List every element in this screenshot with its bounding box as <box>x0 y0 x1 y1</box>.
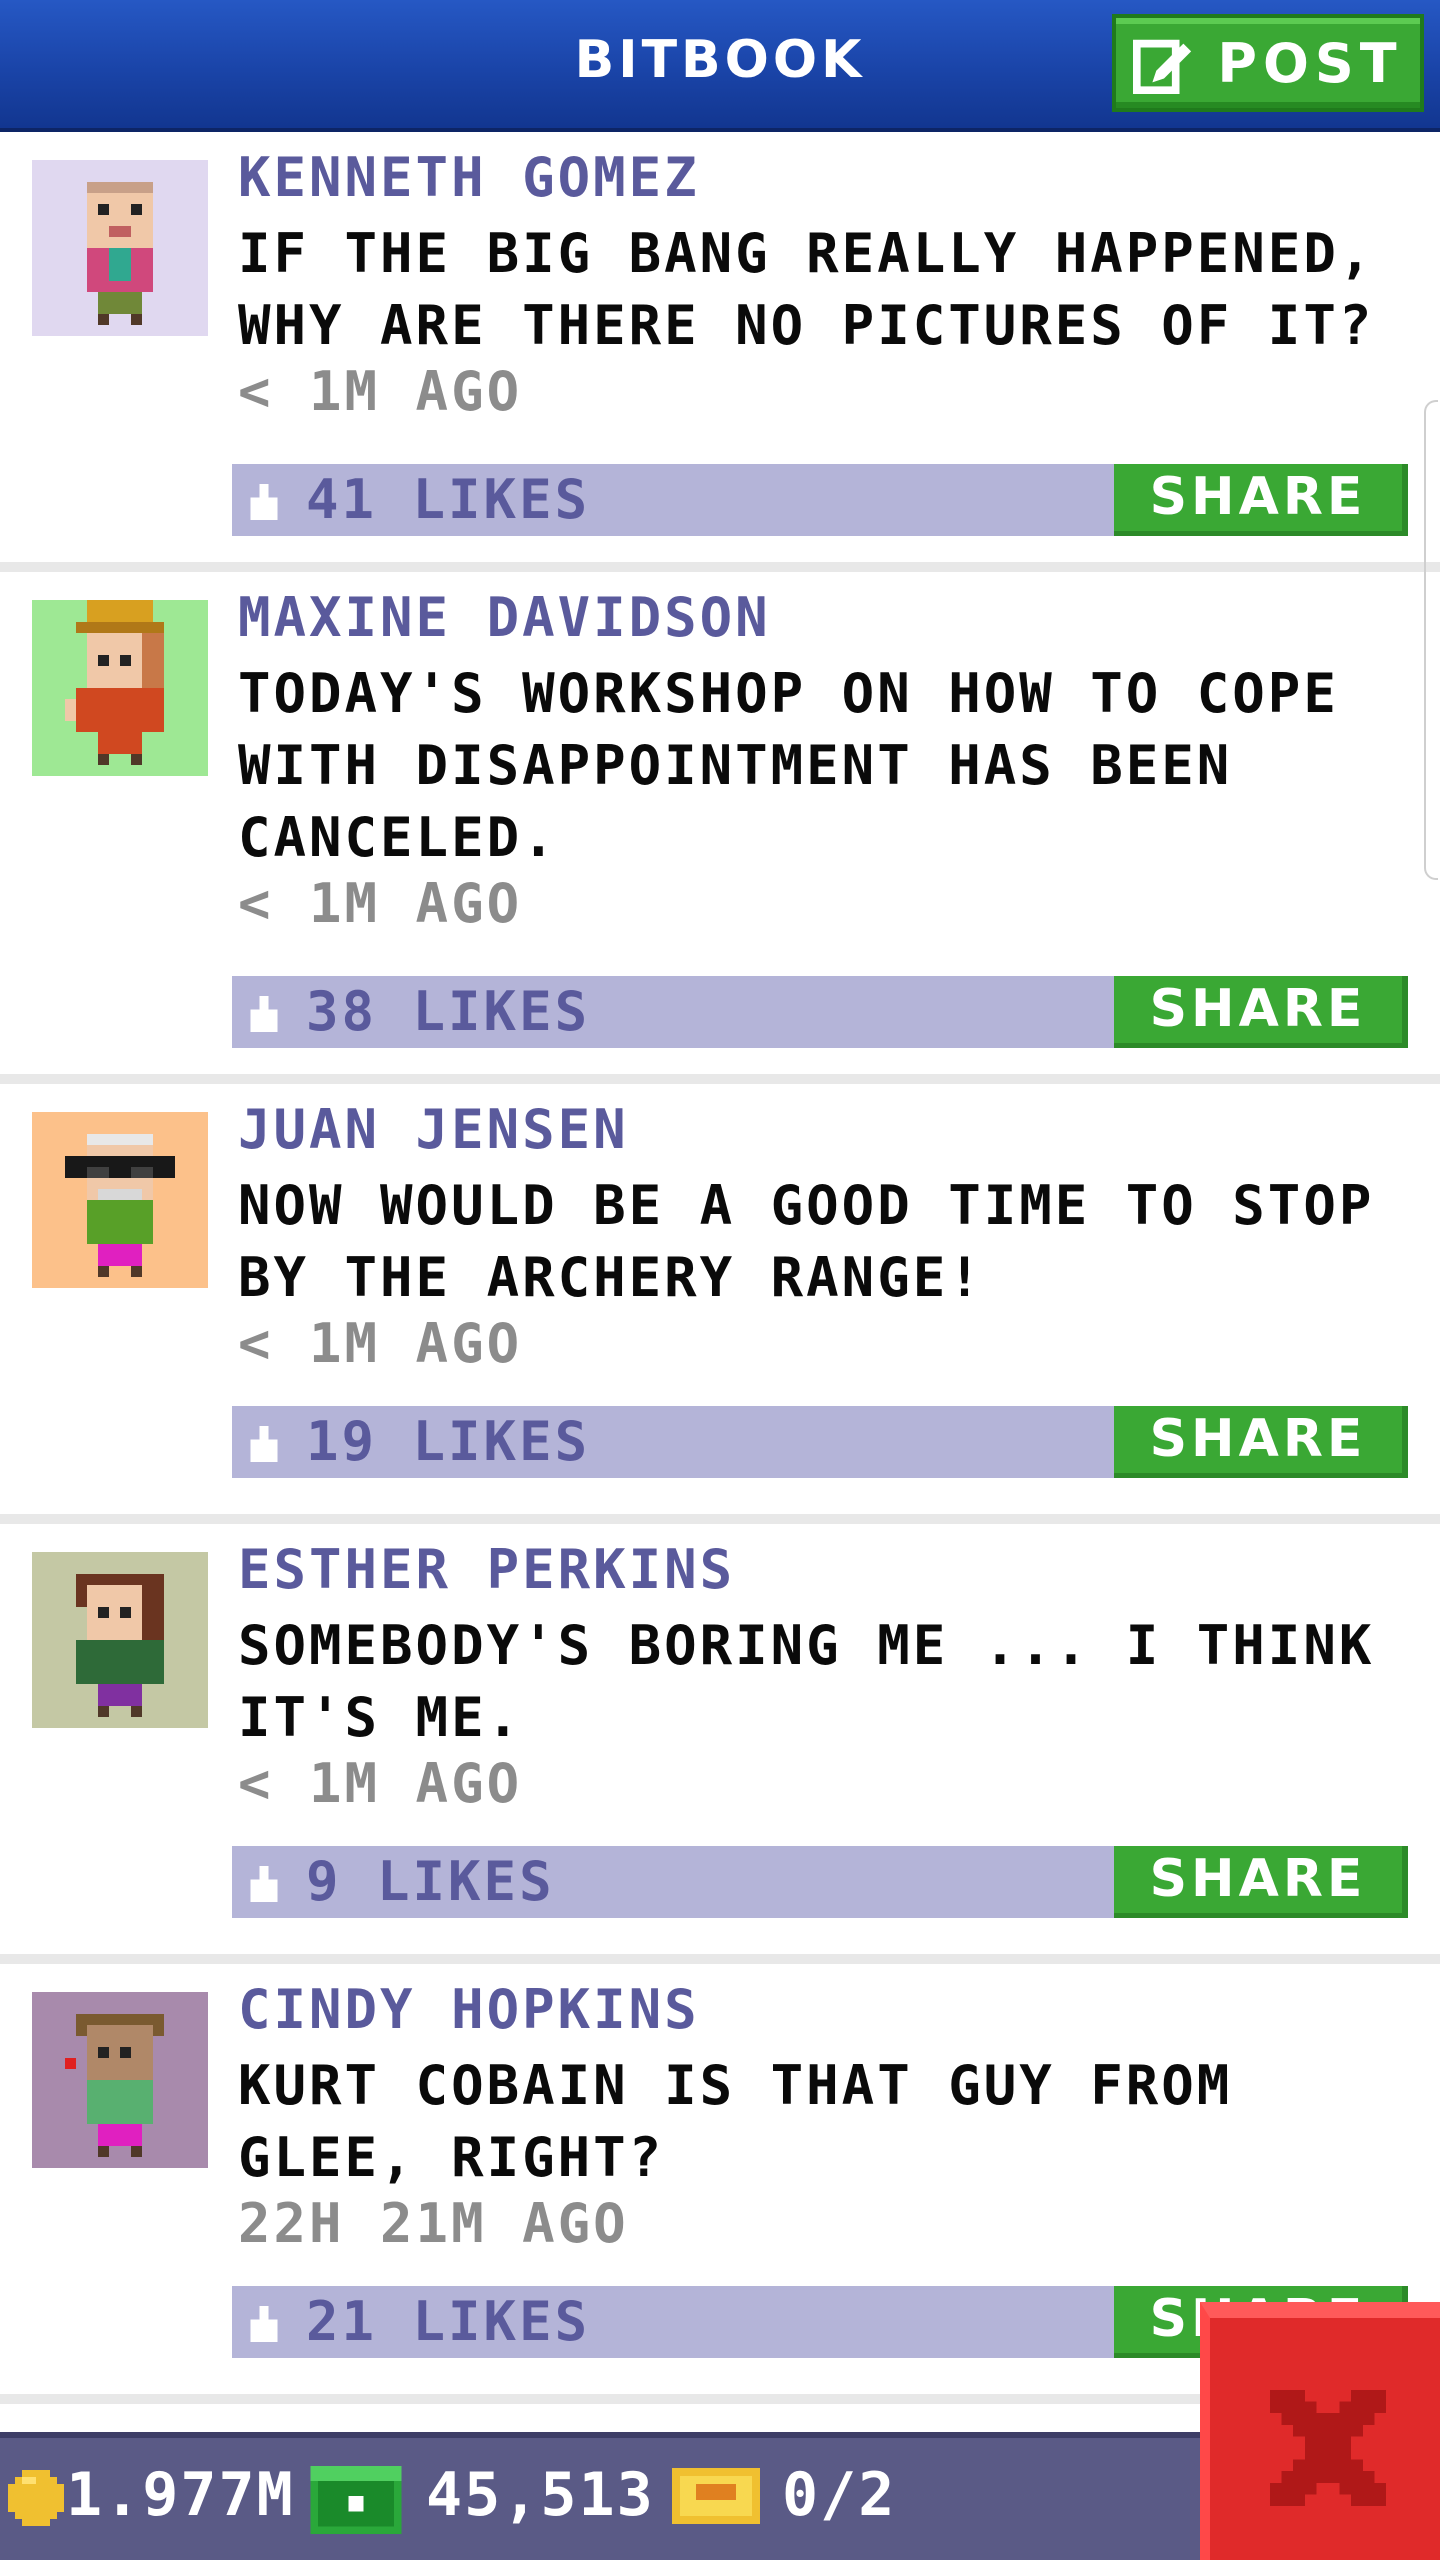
like-count: 21 LIKES <box>306 2290 591 2353</box>
coins-value: 1.977M <box>66 2460 295 2530</box>
post-message: KURT COBAIN IS THAT GUY FROM GLEE, RIGHT… <box>238 2054 1233 2189</box>
close-button[interactable] <box>1200 2302 1440 2560</box>
post-author[interactable]: MAXINE DAVIDSON <box>238 586 771 649</box>
compose-icon <box>1133 39 1192 94</box>
thumbs-up-icon <box>250 1866 278 1902</box>
ticket-icon <box>672 2468 760 2524</box>
post-button[interactable]: POST <box>1112 14 1424 112</box>
avatar[interactable] <box>32 1552 208 1728</box>
post-author[interactable]: ESTHER PERKINS <box>238 1538 735 1601</box>
thumbs-up-icon <box>250 1426 278 1462</box>
share-button[interactable]: SHARE <box>1114 464 1408 536</box>
like-bar[interactable]: 9 LIKES SHARE <box>232 1846 1408 1918</box>
thumbs-up-icon <box>250 2306 278 2342</box>
post-message: TODAY'S WORKSHOP ON HOW TO COPE WITH DIS… <box>238 662 1339 869</box>
post-time: < 1M AGO <box>238 360 523 423</box>
feed-post: KENNETH GOMEZ IF THE BIG BANG REALLY HAP… <box>0 132 1440 572</box>
post-time: 22H 21M AGO <box>238 2192 629 2255</box>
app-header: BITBOOK POST <box>0 0 1440 132</box>
bux-value: 45,513 <box>426 2460 655 2530</box>
post-button-label: POST <box>1217 31 1403 95</box>
scrollbar[interactable] <box>1424 400 1438 880</box>
like-count: 19 LIKES <box>306 1410 591 1473</box>
post-author[interactable]: JUAN JENSEN <box>238 1098 629 1161</box>
avatar[interactable] <box>32 160 208 336</box>
share-button[interactable]: SHARE <box>1114 976 1408 1048</box>
share-button[interactable]: SHARE <box>1114 1406 1408 1478</box>
post-message: IF THE BIG BANG REALLY HAPPENED, WHY ARE… <box>238 222 1375 357</box>
like-bar[interactable]: 41 LIKES SHARE <box>232 464 1408 536</box>
post-time: < 1M AGO <box>238 1312 523 1375</box>
like-count: 38 LIKES <box>306 980 591 1043</box>
post-feed[interactable]: KENNETH GOMEZ IF THE BIG BANG REALLY HAP… <box>0 132 1440 2404</box>
thumbs-up-icon <box>250 996 278 1032</box>
feed-post: ESTHER PERKINS SOMEBODY'S BORING ME ... … <box>0 1524 1440 1964</box>
share-button[interactable]: SHARE <box>1114 1846 1408 1918</box>
bux-icon <box>310 2466 402 2534</box>
post-message: SOMEBODY'S BORING ME ... I THINK IT'S ME… <box>238 1614 1375 1749</box>
tickets-value: 0/2 <box>782 2460 897 2530</box>
feed-post: MAXINE DAVIDSON TODAY'S WORKSHOP ON HOW … <box>0 572 1440 1084</box>
coin-icon <box>8 2470 64 2526</box>
post-author[interactable]: KENNETH GOMEZ <box>238 146 700 209</box>
like-bar[interactable]: 38 LIKES SHARE <box>232 976 1408 1048</box>
post-message: NOW WOULD BE A GOOD TIME TO STOP BY THE … <box>238 1174 1375 1309</box>
thumbs-up-icon <box>250 484 278 520</box>
post-time: < 1M AGO <box>238 1752 523 1815</box>
feed-post: JUAN JENSEN NOW WOULD BE A GOOD TIME TO … <box>0 1084 1440 1524</box>
avatar[interactable] <box>32 1992 208 2168</box>
like-count: 9 LIKES <box>306 1850 555 1913</box>
post-time: < 1M AGO <box>238 872 523 935</box>
avatar[interactable] <box>32 600 208 776</box>
post-author[interactable]: CINDY HOPKINS <box>238 1978 700 2041</box>
like-count: 41 LIKES <box>306 468 591 531</box>
like-bar[interactable]: 19 LIKES SHARE <box>232 1406 1408 1478</box>
avatar[interactable] <box>32 1112 208 1288</box>
close-icon <box>1270 2390 1386 2506</box>
